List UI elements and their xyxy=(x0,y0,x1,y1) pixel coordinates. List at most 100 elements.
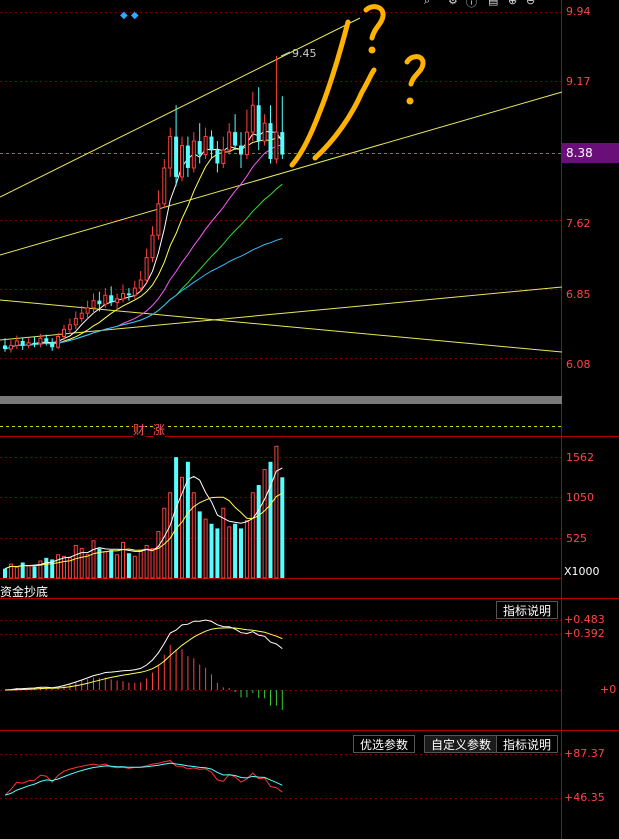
volume-bar xyxy=(262,469,267,579)
candle-body xyxy=(38,337,43,345)
volume-label: 525 xyxy=(566,532,587,545)
annotation-dots xyxy=(368,46,414,105)
candle-body xyxy=(20,340,25,346)
candle-body xyxy=(221,149,226,164)
candle-body xyxy=(156,203,161,236)
indicator2-axis-label: +46.35 xyxy=(564,791,605,804)
volume-bar xyxy=(174,457,179,578)
candle-body xyxy=(67,324,72,330)
volume-bar xyxy=(168,492,173,579)
volume-bar xyxy=(250,492,255,579)
indicator1-plot xyxy=(4,619,283,710)
candle-body xyxy=(32,342,37,344)
candle-body xyxy=(62,328,66,337)
candle-body xyxy=(121,292,125,300)
volume-bar xyxy=(109,550,114,578)
candle-body xyxy=(215,150,220,164)
candle-body xyxy=(132,287,137,296)
volume-bars xyxy=(3,445,285,579)
candle-body xyxy=(250,104,255,133)
candle-body xyxy=(14,340,19,346)
volume-bar xyxy=(209,523,214,578)
candle-body xyxy=(185,145,190,168)
candle-body xyxy=(162,167,167,205)
candle-body xyxy=(227,131,232,151)
indicator1-axis-label: +0.392 xyxy=(564,627,605,640)
candle-body xyxy=(150,234,155,259)
candle-body xyxy=(209,136,214,151)
candle-body xyxy=(109,295,114,303)
volume-bar xyxy=(14,566,19,579)
price-label: 9.17 xyxy=(566,75,591,88)
candle-body xyxy=(239,145,243,155)
indicator2-plot xyxy=(4,760,283,796)
candle-body xyxy=(73,318,78,326)
candle-body xyxy=(103,294,108,305)
volume-unit: X1000 xyxy=(564,565,600,578)
volume-bar xyxy=(103,551,108,579)
indicator2-explain-button[interactable]: 指标说明 xyxy=(496,735,559,753)
candle-body xyxy=(26,342,31,346)
ma-line xyxy=(4,183,283,350)
candle-body xyxy=(256,105,261,142)
volume-bar xyxy=(132,555,137,579)
separator-bar xyxy=(0,396,562,404)
volume-bar xyxy=(73,544,78,579)
volume-bar xyxy=(56,554,61,579)
volume-bar xyxy=(197,511,202,578)
volume-bar xyxy=(26,565,31,579)
indicator1-explain-button[interactable]: 指标说明 xyxy=(496,601,559,619)
volume-bar xyxy=(268,461,273,578)
candle-body xyxy=(197,141,202,155)
candle-body xyxy=(126,293,131,296)
candle-body xyxy=(191,140,196,169)
current-price-badge: 8.38 xyxy=(562,143,619,163)
volume-bar xyxy=(126,553,131,578)
volume-bar xyxy=(44,557,49,578)
candle-body xyxy=(144,257,149,281)
candle-body xyxy=(280,132,285,155)
event-marker-limit-up[interactable]: 涨 xyxy=(153,421,166,438)
annotation-strokes xyxy=(289,4,426,168)
volume-bar xyxy=(121,541,125,579)
candle-body xyxy=(50,341,55,348)
candle-body xyxy=(85,307,90,314)
volume-bar xyxy=(233,523,238,578)
event-marker-finance[interactable]: 财 xyxy=(133,421,146,438)
volume-bar xyxy=(203,518,208,579)
volume-bar xyxy=(115,554,120,579)
volume-bar xyxy=(244,520,249,579)
indicator1-axis-label: +0.483 xyxy=(564,613,605,626)
high-price-label: 9.45 xyxy=(292,47,317,60)
indicator1-dea-line xyxy=(4,627,283,691)
candle-body xyxy=(180,145,184,178)
candle-body xyxy=(3,345,7,350)
candle-body xyxy=(233,132,238,146)
candle-body xyxy=(262,122,267,142)
volume-bar xyxy=(150,548,155,579)
price-label: 9.94 xyxy=(566,5,591,18)
volume-bar xyxy=(274,445,279,579)
chart-canvas[interactable] xyxy=(0,0,619,839)
candlesticks xyxy=(3,55,285,353)
candle-body xyxy=(79,312,84,320)
volume-bar xyxy=(85,554,90,579)
candle-body xyxy=(174,136,179,177)
volume-bar xyxy=(215,528,220,578)
volume-bar xyxy=(20,562,25,578)
candle-body xyxy=(274,131,279,160)
volume-bar xyxy=(256,485,261,578)
price-label: 6.08 xyxy=(566,358,591,371)
candle-body xyxy=(8,344,13,350)
preferred-params-button[interactable]: 优选参数 xyxy=(353,735,416,753)
volume-bar xyxy=(156,531,161,579)
candle-body xyxy=(115,298,120,303)
candle-body xyxy=(97,300,102,305)
indicator1-name[interactable]: 资金抄底 xyxy=(0,583,48,600)
volume-bar xyxy=(38,560,43,579)
volume-label: 1562 xyxy=(566,451,594,464)
volume-bar xyxy=(280,477,285,578)
candle-body xyxy=(91,300,96,309)
candle-body xyxy=(56,335,61,348)
custom-params-button[interactable]: 自定义参数 xyxy=(424,735,499,753)
